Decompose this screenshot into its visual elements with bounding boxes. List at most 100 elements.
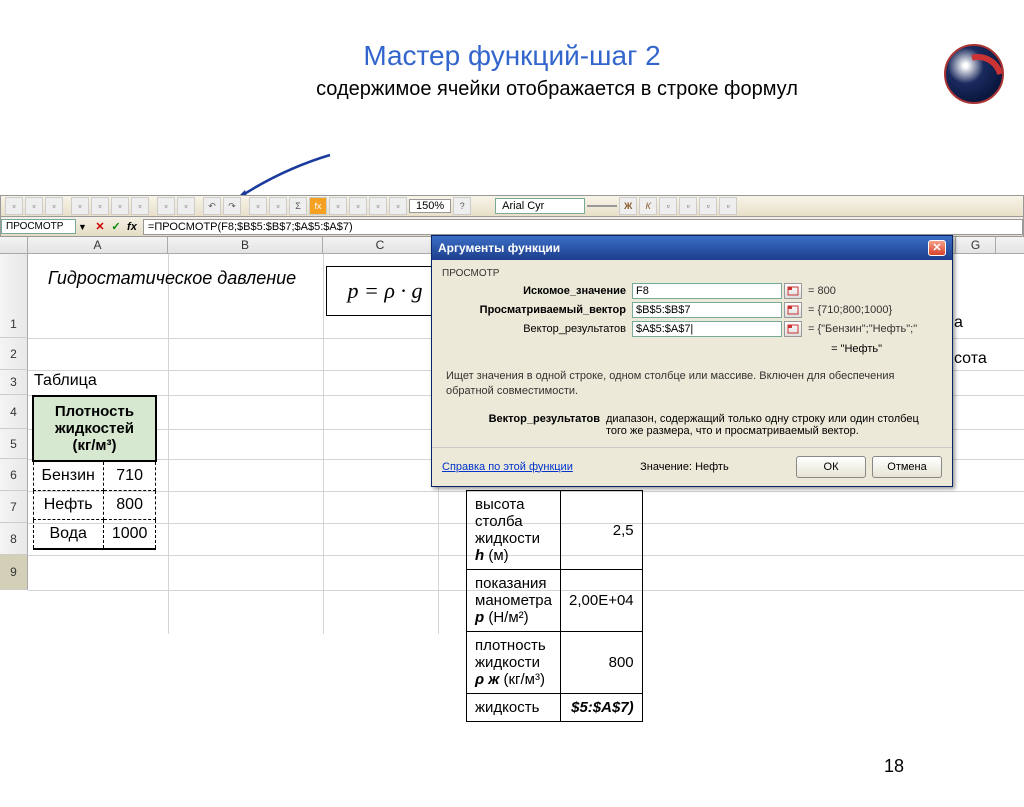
toolbar-button[interactable]: ? [453, 197, 471, 215]
result-value: Значение: Нефть [640, 461, 729, 473]
col-header-b[interactable]: B [168, 237, 323, 253]
function-arguments-dialog: Аргументы функции ✕ ПРОСМОТР Искомое_зна… [431, 235, 953, 487]
cancel-formula-icon[interactable]: ✕ [93, 220, 107, 234]
overall-result: = "Нефть" [442, 343, 942, 355]
name-box[interactable]: ПРОСМОТР [1, 219, 76, 234]
toolbar-button[interactable]: ▫ [349, 197, 367, 215]
range-picker-icon[interactable] [784, 283, 802, 299]
range-picker-icon[interactable] [784, 302, 802, 318]
arg-result: = {710;800;1000} [808, 304, 892, 316]
arg-input[interactable] [632, 302, 782, 318]
arg-label: Просматриваемый_вектор [442, 304, 632, 316]
toolbar-button[interactable]: ▫ [157, 197, 175, 215]
toolbar-button[interactable]: ▫ [699, 197, 717, 215]
ok-button[interactable]: ОК [796, 456, 866, 478]
cell-text: а [954, 314, 963, 332]
arg-result: = {"Бензин";"Нефть";" [808, 323, 917, 335]
toolbar-button[interactable]: ▫ [5, 197, 23, 215]
cell-text: сота [954, 350, 987, 368]
toolbar-button[interactable]: ▫ [329, 197, 347, 215]
toolbar-button[interactable]: ▫ [91, 197, 109, 215]
formula-input[interactable]: =ПРОСМОТР(F8;$B$5:$B$7;$A$5:$A$7) [143, 219, 1023, 235]
slide-subtitle: содержимое ячейки отображается в строке … [90, 78, 1024, 101]
toolbar-button[interactable]: ▫ [659, 197, 677, 215]
toolbar-button[interactable]: ▫ [131, 197, 149, 215]
hydro-title: Гидростатическое давление [42, 268, 302, 290]
close-icon[interactable]: ✕ [928, 240, 946, 256]
arg-label: Вектор_результатов [442, 323, 632, 335]
arg-result: = 800 [808, 285, 836, 297]
dialog-title: Аргументы функции [438, 241, 560, 255]
fx-icon[interactable]: fx [125, 220, 139, 234]
table-cell[interactable]: показания манометра p (Н/м²) [467, 570, 561, 632]
col-header-g[interactable]: G [956, 237, 996, 253]
param-table: высота столба жидкости h (м) 2,5 показан… [466, 490, 643, 722]
toolbar-button[interactable]: ↶ [203, 197, 221, 215]
function-description: Ищет значения в одной строке, одном стол… [442, 369, 942, 399]
row-header[interactable]: 2 [0, 338, 28, 370]
toolbar-button[interactable]: Σ [289, 197, 307, 215]
toolbar-button[interactable]: ▫ [111, 197, 129, 215]
toolbar-button[interactable]: ▫ [369, 197, 387, 215]
col-header-c[interactable]: C [323, 237, 438, 253]
row-header[interactable]: 1 [0, 254, 28, 338]
toolbar-button[interactable]: ▫ [679, 197, 697, 215]
fx-button[interactable]: fx [309, 197, 327, 215]
toolbar-button[interactable]: ▫ [177, 197, 195, 215]
toolbar-button[interactable]: ▫ [25, 197, 43, 215]
table-cell[interactable]: 800 [103, 491, 156, 520]
table-cell[interactable]: жидкость [467, 694, 561, 722]
row-header[interactable]: 4 [0, 395, 28, 429]
active-cell[interactable]: $5:$A$7) [561, 694, 643, 722]
function-name-label: ПРОСМОТР [442, 268, 942, 279]
row-header[interactable]: 8 [0, 523, 28, 555]
range-picker-icon[interactable] [784, 321, 802, 337]
table-cell[interactable]: Вода [33, 520, 103, 550]
row-header[interactable]: 5 [0, 429, 28, 459]
main-toolbar: ▫ ▫ ▫ ▫ ▫ ▫ ▫ ▫ ▫ ↶ ↷ ▫ ▫ Σ fx ▫ ▫ ▫ ▫ 1… [0, 195, 1024, 217]
col-header-a[interactable]: A [28, 237, 168, 253]
table-cell[interactable]: 2,5 [561, 491, 643, 570]
arg-help-text: диапазон, содержащий только одну строку … [606, 413, 938, 437]
toolbar-button[interactable]: ▫ [71, 197, 89, 215]
toolbar-button[interactable]: ▫ [249, 197, 267, 215]
table-cell[interactable]: высота столба жидкости h (м) [467, 491, 561, 570]
toolbar-button[interactable]: ↷ [223, 197, 241, 215]
help-link[interactable]: Справка по этой функции [442, 461, 573, 473]
table-cell[interactable]: Бензин [33, 461, 103, 491]
arg-input[interactable] [632, 283, 782, 299]
density-header: Плотность жидкостей (кг/м³) [33, 396, 156, 461]
table-label: Таблица [34, 372, 97, 390]
table-cell[interactable]: 710 [103, 461, 156, 491]
row-header[interactable]: 7 [0, 491, 28, 523]
table-cell[interactable]: 800 [561, 632, 643, 694]
toolbar-button[interactable]: ▫ [269, 197, 287, 215]
table-cell[interactable]: 2,00E+04 [561, 570, 643, 632]
accept-formula-icon[interactable]: ✓ [109, 220, 123, 234]
dialog-titlebar[interactable]: Аргументы функции ✕ [432, 236, 952, 260]
font-selector[interactable]: Arial Cyr [495, 198, 585, 214]
pressure-formula: p = ρ · g [326, 266, 438, 316]
table-cell[interactable]: плотность жидкости ρ ж (кг/м³) [467, 632, 561, 694]
slide-title: Мастер функций-шаг 2 [0, 40, 1024, 72]
toolbar-button[interactable]: ▫ [389, 197, 407, 215]
row-header[interactable]: 6 [0, 459, 28, 491]
row-header[interactable]: 3 [0, 370, 28, 395]
arg-label: Искомое_значение [442, 285, 632, 297]
table-cell[interactable]: Нефть [33, 491, 103, 520]
logo-icon [944, 44, 1004, 104]
bold-button[interactable]: Ж [619, 197, 637, 215]
row-header[interactable]: 9 [0, 555, 28, 590]
cancel-button[interactable]: Отмена [872, 456, 942, 478]
arg-input[interactable] [632, 321, 782, 337]
table-cell[interactable]: 1000 [103, 520, 156, 550]
fontsize-selector[interactable] [587, 205, 617, 207]
zoom-selector[interactable]: 150% [409, 199, 451, 213]
arg-help-label: Вектор_результатов [446, 413, 606, 437]
toolbar-button[interactable]: ▫ [45, 197, 63, 215]
select-all-corner[interactable] [0, 237, 28, 253]
density-table: Плотность жидкостей (кг/м³) Бензин710 Не… [32, 395, 157, 550]
formula-bar: ПРОСМОТР ▼ ✕ ✓ fx =ПРОСМОТР(F8;$B$5:$B$7… [0, 217, 1024, 237]
italic-button[interactable]: К [639, 197, 657, 215]
toolbar-button[interactable]: ▫ [719, 197, 737, 215]
